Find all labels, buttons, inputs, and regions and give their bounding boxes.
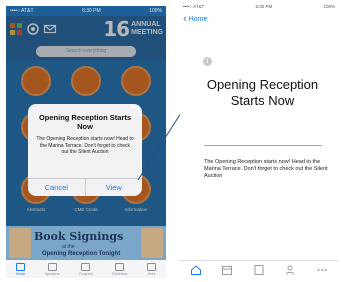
exhibitors-icon	[115, 262, 125, 271]
tab-speakers[interactable]: Speakers	[44, 262, 60, 276]
alert-actions: Cancel View	[28, 178, 142, 196]
tab-label: Speakers	[44, 271, 60, 276]
app-home-screen: ••••○ AT&T 6:30 PM 100% 16 ANNUAL MEETIN…	[6, 6, 166, 278]
banner-subtitle: at the	[62, 244, 75, 250]
home-icon	[15, 262, 25, 271]
view-button[interactable]: View	[86, 179, 143, 196]
alert-message: The Opening Reception starts now! Head t…	[36, 136, 134, 155]
document-icon[interactable]	[253, 264, 265, 276]
chevron-left-icon: ‹	[183, 13, 187, 25]
time-label: 6:30 PM	[255, 4, 273, 9]
banner-title: Book Signings	[34, 230, 124, 243]
tab-exhibitors[interactable]: Exhibitors	[112, 262, 128, 276]
carrier-label: ••••○ AT&T	[183, 4, 205, 9]
status-bar: ••••○ AT&T 6:30 PM 100%	[6, 6, 166, 16]
cancel-button[interactable]: Cancel	[28, 179, 86, 196]
program-icon	[81, 262, 91, 271]
tab-home[interactable]: Home	[15, 262, 26, 276]
more-icon[interactable]	[316, 264, 328, 276]
notification-title: Opening Reception Starts Now	[206, 77, 319, 108]
notification-body: The Opening Reception starts now! Head t…	[204, 159, 328, 179]
tab-program[interactable]: Program	[79, 262, 93, 276]
author-photo-left	[9, 228, 31, 258]
tab-more[interactable]: More	[147, 262, 157, 276]
tab-label: More	[147, 271, 156, 276]
tab-label: Exhibitors	[112, 271, 128, 276]
nav-bar: ‹ Home	[180, 11, 338, 27]
notification-alert: Opening Reception Starts Now The Opening…	[28, 104, 142, 196]
info-icon: i	[203, 57, 212, 66]
back-button[interactable]: ‹ Home	[183, 13, 208, 25]
home-icon[interactable]	[190, 264, 202, 276]
back-label: Home	[188, 15, 208, 23]
speakers-icon	[47, 262, 57, 271]
status-bar: ••••○ AT&T 6:30 PM 100%	[180, 2, 338, 11]
tab-label: Program	[79, 271, 93, 276]
author-photo-right	[141, 228, 163, 258]
battery-label: 100%	[149, 8, 162, 14]
divider	[204, 145, 322, 146]
battery-label: 100%	[323, 4, 335, 9]
tab-bar: Home Speakers Program Exhibitors More	[6, 260, 166, 278]
book-signings-banner[interactable]: Book Signings at the Opening Reception T…	[6, 226, 166, 260]
notification-detail-screen: ••••○ AT&T 6:30 PM 100% ‹ Home i Opening…	[180, 2, 338, 278]
banner-subtitle-2: Opening Reception Tonight	[42, 251, 121, 257]
tab-label: Home	[15, 271, 26, 276]
calendar-icon[interactable]	[221, 264, 233, 276]
person-icon[interactable]	[285, 264, 297, 276]
time-label: 6:30 PM	[82, 8, 101, 14]
alert-title: Opening Reception Starts Now	[38, 113, 132, 131]
carrier-label: ••••○ AT&T	[10, 8, 34, 14]
tab-bar	[180, 260, 338, 278]
more-icon	[147, 262, 157, 271]
